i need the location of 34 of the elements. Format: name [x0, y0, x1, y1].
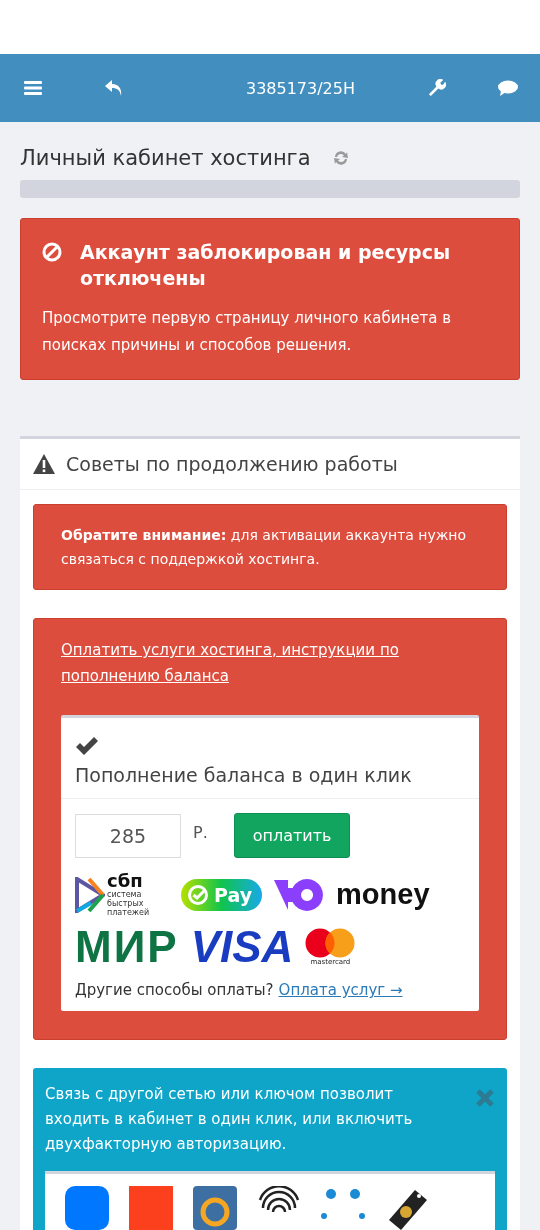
sbp-triangle-icon — [75, 876, 105, 913]
info-text: Связь с другой сетью или ключом позволит входить в кабинет в один клик, или включить двухфакторную авторизацию. — [45, 1084, 414, 1155]
yoomoney-logo[interactable]: money — [274, 877, 430, 912]
currency-label: Р. — [193, 823, 208, 842]
payment-instructions-link[interactable]: Оплатить услуги хостинга, инструкции по пополнению баланса — [61, 637, 479, 689]
speech-bubble-icon — [498, 80, 518, 96]
pay-label: Pay — [214, 883, 253, 906]
overlapping-circles-icon — [305, 928, 356, 958]
refresh-icon[interactable] — [332, 150, 349, 166]
close-icon — [475, 1088, 495, 1108]
page-title: Личный кабинет хостинга — [20, 146, 311, 170]
checkmark-icon — [75, 736, 99, 756]
alert-text: Просмотрите первую страницу личного кабинета в поисках причины и способов решения. — [42, 308, 453, 356]
wrench-icon — [427, 78, 446, 98]
mir-logo[interactable]: МИР — [75, 925, 179, 969]
alert-title: Аккаунт заблокирован и ресурсы отключены — [80, 240, 452, 291]
sbp-label: сбп — [107, 872, 144, 890]
header-title: 3385173/25H — [244, 78, 356, 98]
amount-field[interactable]: 285 — [75, 813, 181, 858]
yoomoney-mark-icon — [274, 877, 325, 912]
visa-logo[interactable]: VISA — [190, 925, 294, 969]
menu-icon — [24, 81, 42, 95]
money-label: money — [336, 878, 430, 911]
sbp-caption: система быстрых платежей — [107, 890, 151, 917]
warning-icon — [32, 453, 56, 475]
other-methods-text: Другие способы оплаты? — [75, 981, 274, 999]
sbp-logo[interactable]: сбп система быстрых платежей — [75, 872, 169, 917]
notice-text: Обратите внимание: для активации аккаунта нужно связаться с поддержкой хостинга. — [61, 526, 468, 569]
payment-services-link[interactable]: Оплата услуг → — [278, 981, 403, 999]
check-circle-icon — [187, 883, 209, 906]
reply-arrow-icon — [104, 79, 124, 97]
card-title: Советы по продолжению работы — [66, 453, 398, 475]
panel-title: Пополнение баланса в один клик — [75, 764, 413, 786]
blocked-icon — [42, 242, 62, 262]
